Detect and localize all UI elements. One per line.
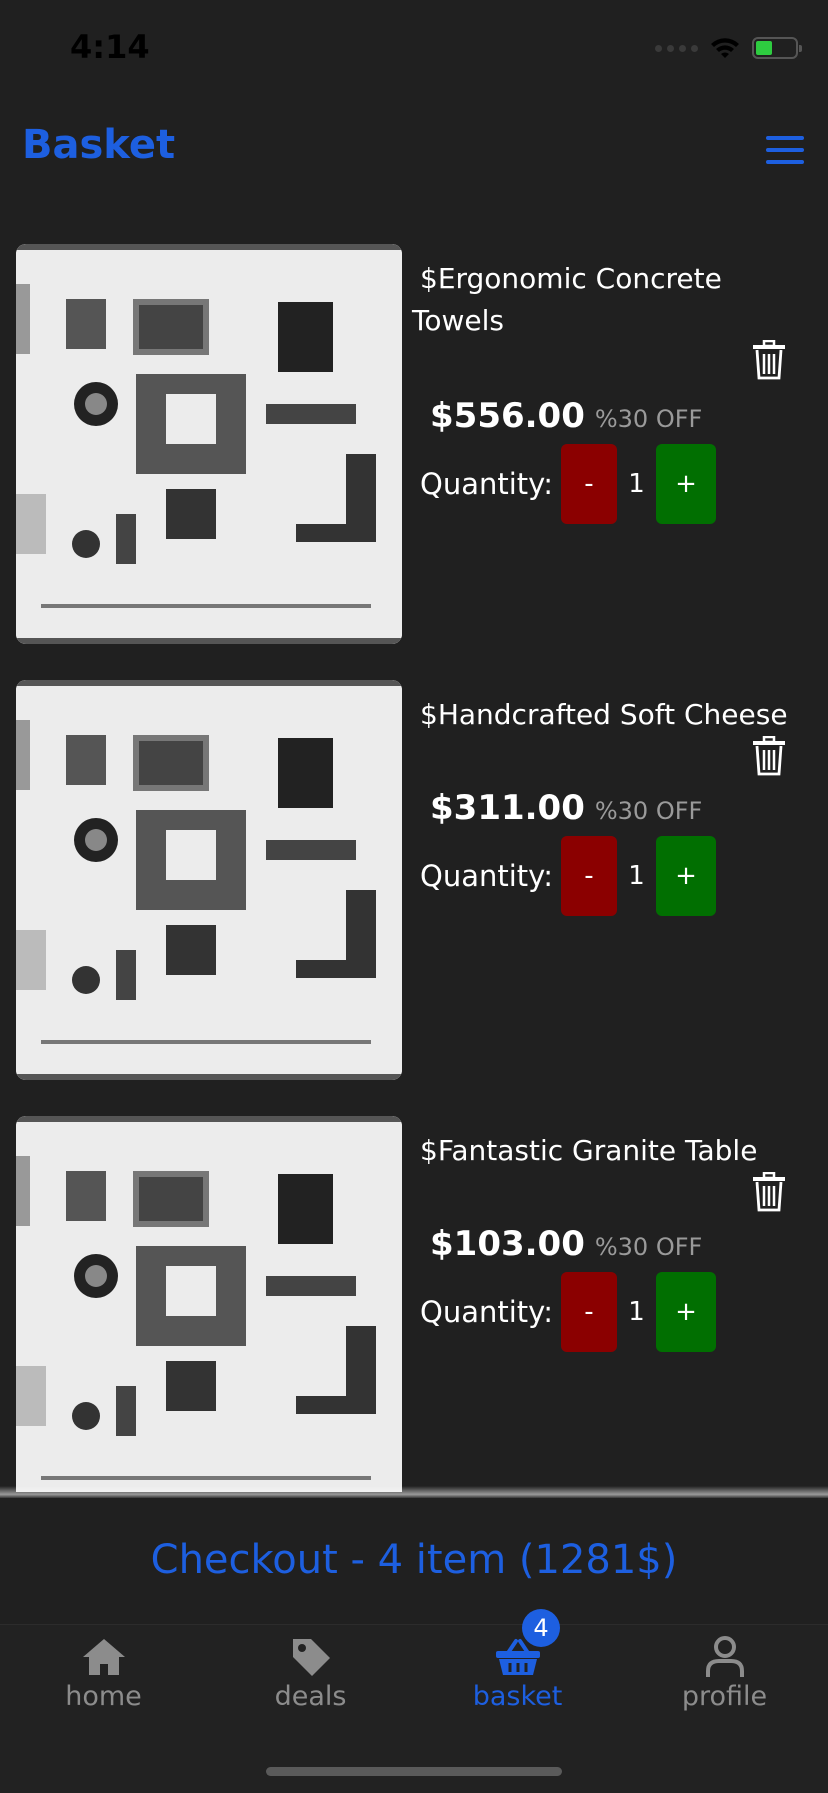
quantity-value: 1 xyxy=(628,469,645,499)
quantity-label: Quantity: xyxy=(420,467,553,501)
checkout-divider xyxy=(0,1486,828,1498)
tab-home[interactable]: home xyxy=(0,1625,207,1725)
product-image[interactable] xyxy=(16,244,402,644)
home-icon xyxy=(81,1635,127,1679)
basket-count-badge: 4 xyxy=(522,1609,560,1647)
quantity-stepper: Quantity: - 1 + xyxy=(420,444,716,524)
quantity-value: 1 xyxy=(628,1297,645,1327)
tab-label: profile xyxy=(681,1681,768,1712)
tag-icon xyxy=(289,1635,333,1679)
quantity-stepper: Quantity: - 1 + xyxy=(420,1272,716,1352)
checkout-bar: Checkout - 4 item (1281$) xyxy=(0,1498,828,1622)
quantity-stepper: Quantity: - 1 + xyxy=(420,836,716,916)
decrease-quantity-button[interactable]: - xyxy=(560,444,617,524)
basket-item-list[interactable]: $Ergonomic Concrete Towels $556.00 %30 O… xyxy=(0,242,828,1492)
trash-icon[interactable] xyxy=(752,340,786,380)
price: $311.00 xyxy=(430,788,585,828)
discount-label: %30 OFF xyxy=(594,405,703,433)
trash-icon[interactable] xyxy=(752,736,786,776)
header: Basket xyxy=(0,100,828,210)
status-icons xyxy=(655,36,802,60)
discount-label: %30 OFF xyxy=(594,1233,703,1261)
quantity-label: Quantity: xyxy=(420,859,553,893)
wifi-icon xyxy=(711,38,739,58)
menu-icon[interactable] xyxy=(766,136,804,166)
increase-quantity-button[interactable]: + xyxy=(655,836,716,916)
basket-item: $Ergonomic Concrete Towels $556.00 %30 O… xyxy=(0,244,828,644)
increase-quantity-button[interactable]: + xyxy=(655,444,716,524)
basket-item: $Fantastic Granite Table $103.00 %30 OFF… xyxy=(0,1116,828,1492)
price-row: $103.00 %30 OFF xyxy=(430,1224,702,1264)
price: $103.00 xyxy=(430,1224,585,1264)
tab-label: basket xyxy=(472,1681,563,1712)
home-indicator xyxy=(266,1767,562,1776)
status-time: 4:14 xyxy=(70,28,150,66)
decrease-quantity-button[interactable]: - xyxy=(560,836,617,916)
product-image[interactable] xyxy=(16,1116,402,1492)
page-title: Basket xyxy=(22,122,176,168)
product-name: $Handcrafted Soft Cheese xyxy=(420,698,788,731)
product-name: $Ergonomic Concrete Towels xyxy=(412,262,722,337)
quantity-value: 1 xyxy=(628,861,645,891)
basket-item: $Handcrafted Soft Cheese $311.00 %30 OFF… xyxy=(0,680,828,1080)
tab-label: home xyxy=(65,1681,142,1712)
battery-icon xyxy=(752,37,802,59)
tab-label: deals xyxy=(274,1681,347,1712)
decrease-quantity-button[interactable]: - xyxy=(560,1272,617,1352)
status-bar: 4:14 xyxy=(0,0,828,100)
quantity-label: Quantity: xyxy=(420,1295,553,1329)
checkout-button[interactable]: Checkout - 4 item (1281$) xyxy=(0,1498,828,1622)
signal-icon xyxy=(655,44,698,52)
product-name: $Fantastic Granite Table xyxy=(420,1134,758,1167)
discount-label: %30 OFF xyxy=(594,797,703,825)
price-row: $556.00 %30 OFF xyxy=(430,396,702,436)
price-row: $311.00 %30 OFF xyxy=(430,788,702,828)
tab-deals[interactable]: deals xyxy=(207,1625,414,1725)
product-image[interactable] xyxy=(16,680,402,1080)
trash-icon[interactable] xyxy=(752,1172,786,1212)
increase-quantity-button[interactable]: + xyxy=(655,1272,716,1352)
tab-basket[interactable]: basket xyxy=(414,1625,621,1725)
user-icon xyxy=(705,1635,745,1679)
tab-profile[interactable]: profile xyxy=(621,1625,828,1725)
price: $556.00 xyxy=(430,396,585,436)
